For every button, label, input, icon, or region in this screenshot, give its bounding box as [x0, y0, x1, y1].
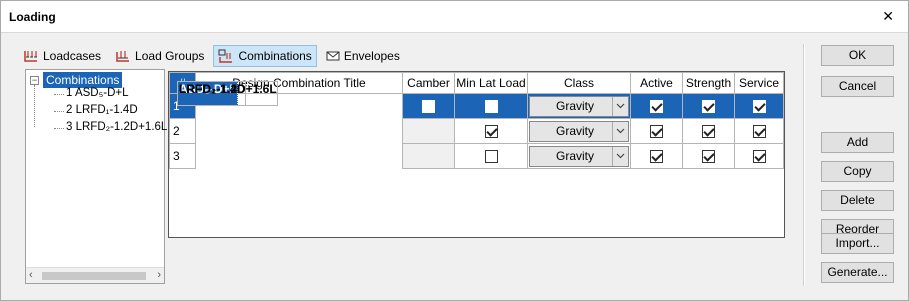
- cancel-button[interactable]: Cancel: [821, 76, 894, 97]
- class-cell: Gravity: [527, 93, 631, 119]
- reorder-button[interactable]: Reorder: [821, 219, 894, 233]
- camber-cell: [402, 93, 455, 119]
- tab-combinations[interactable]: Combinations: [213, 45, 317, 67]
- combinations-tree: − Combinations 1 ASD₅-D+L 2 LRFD₁-1.4D 3…: [25, 69, 167, 284]
- tree-item-3[interactable]: 3 LRFD₂-1.2D+1.6L: [53, 121, 167, 133]
- min-lat-load-checkbox[interactable]: [484, 150, 498, 164]
- tree-horizontal-scrollbar[interactable]: ‹ ›: [26, 267, 164, 283]
- strength-checkbox[interactable]: [702, 125, 715, 139]
- strength-checkbox[interactable]: [702, 150, 715, 164]
- service-cell: [734, 118, 784, 144]
- chevron-down-icon[interactable]: [612, 121, 628, 141]
- column-header-class[interactable]: Class: [527, 72, 631, 94]
- strength-cell: [682, 93, 735, 119]
- class-cell: Gravity: [527, 143, 631, 169]
- camber-cell: [402, 143, 455, 169]
- delete-button[interactable]: Delete: [821, 190, 894, 211]
- loadcases-icon: [24, 51, 37, 62]
- tab-label: Envelopes: [343, 49, 400, 63]
- table-row[interactable]: 3 LRFD₂-1.2D+1.6L Gravity: [169, 81, 784, 169]
- strength-cell: [682, 143, 735, 169]
- min-lat-load-cell: [454, 118, 528, 144]
- active-cell: [630, 143, 683, 169]
- active-cell: [630, 118, 683, 144]
- close-icon[interactable]: ✕: [882, 8, 894, 25]
- strength-cell: [682, 118, 735, 144]
- combination-title-cell[interactable]: LRFD₂-1.2D+1.6L: [177, 81, 278, 106]
- column-header-min-lat-load[interactable]: Min Lat Load: [454, 72, 528, 94]
- class-cell: Gravity: [527, 118, 631, 144]
- grid-body: 1 ASD₅-D+L Gravity 2 LRFD₁-1.4D Gravity 3 LRFD₂…: [169, 81, 784, 169]
- tree-connector: [34, 85, 46, 127]
- copy-button[interactable]: Copy: [821, 161, 894, 182]
- tab-loadcases[interactable]: Loadcases: [18, 45, 106, 67]
- min-lat-load-checkbox[interactable]: [484, 100, 498, 114]
- chevron-down-icon[interactable]: [612, 96, 628, 116]
- table-row[interactable]: 2 LRFD₁-1.4D Gravity: [169, 81, 784, 144]
- tab-load-groups[interactable]: Load Groups: [110, 45, 209, 67]
- tab-label: Combinations: [238, 49, 312, 63]
- tab-envelopes[interactable]: Envelopes: [321, 45, 405, 67]
- row-number-cell[interactable]: 3: [169, 143, 196, 169]
- active-checkbox[interactable]: [650, 100, 663, 114]
- service-cell: [734, 93, 784, 119]
- class-dropdown-value: Gravity: [556, 124, 595, 138]
- collapse-icon[interactable]: −: [30, 75, 39, 85]
- camber-checkbox[interactable]: [422, 100, 435, 114]
- column-header-strength[interactable]: Strength: [682, 72, 735, 94]
- min-lat-load-cell: [454, 143, 528, 169]
- scrollbar-thumb[interactable]: [42, 272, 146, 280]
- class-dropdown[interactable]: Gravity: [529, 120, 629, 142]
- loading-dialog: Loading ✕ Loadcases Load Groups Combinat…: [0, 0, 909, 301]
- service-checkbox[interactable]: [752, 125, 766, 139]
- class-dropdown[interactable]: Gravity: [529, 95, 629, 117]
- generate-button[interactable]: Generate...: [821, 262, 894, 283]
- tree-root-label[interactable]: Combinations: [43, 72, 123, 88]
- tab-label: Loadcases: [43, 49, 102, 63]
- active-cell: [630, 93, 683, 119]
- window-title: Loading: [9, 10, 56, 24]
- envelope-icon: [326, 51, 340, 61]
- class-dropdown-value: Gravity: [556, 99, 595, 113]
- service-checkbox[interactable]: [752, 150, 766, 164]
- service-cell: [734, 143, 784, 169]
- active-checkbox[interactable]: [650, 125, 663, 139]
- min-lat-load-cell: [454, 93, 528, 119]
- class-dropdown[interactable]: Gravity: [529, 145, 629, 167]
- row-number-cell[interactable]: 2: [169, 118, 196, 144]
- tree-item-1[interactable]: 1 ASD₅-D+L: [53, 87, 128, 99]
- active-checkbox[interactable]: [650, 150, 663, 164]
- tree-item-2[interactable]: 2 LRFD₁-1.4D: [54, 104, 138, 116]
- load-groups-icon: [116, 51, 130, 62]
- scroll-right-icon[interactable]: ›: [157, 269, 161, 281]
- divider-highlight: [804, 44, 805, 286]
- chevron-down-icon[interactable]: [612, 146, 628, 166]
- strength-checkbox[interactable]: [702, 100, 715, 114]
- min-lat-load-checkbox[interactable]: [484, 125, 498, 139]
- ok-button[interactable]: OK: [821, 45, 894, 66]
- tab-label: Load Groups: [135, 49, 205, 63]
- add-button[interactable]: Add: [821, 132, 894, 153]
- combinations-grid: # Design Combination Title Camber Min La…: [168, 71, 785, 238]
- column-header-active[interactable]: Active: [630, 72, 683, 94]
- service-checkbox[interactable]: [752, 100, 766, 114]
- camber-cell: [402, 118, 455, 144]
- tab-strip: Loadcases Load Groups Combinations Envel…: [18, 45, 409, 67]
- column-header-service[interactable]: Service: [734, 72, 784, 94]
- scroll-left-icon[interactable]: ‹: [29, 269, 33, 281]
- combinations-icon: [218, 49, 233, 63]
- title-bar: Loading ✕: [1, 1, 908, 33]
- import-button[interactable]: Import...: [821, 233, 894, 254]
- column-header-camber[interactable]: Camber: [402, 72, 455, 94]
- class-dropdown-value: Gravity: [556, 149, 595, 163]
- combinations-table: # Design Combination Title Camber Min La…: [169, 72, 784, 169]
